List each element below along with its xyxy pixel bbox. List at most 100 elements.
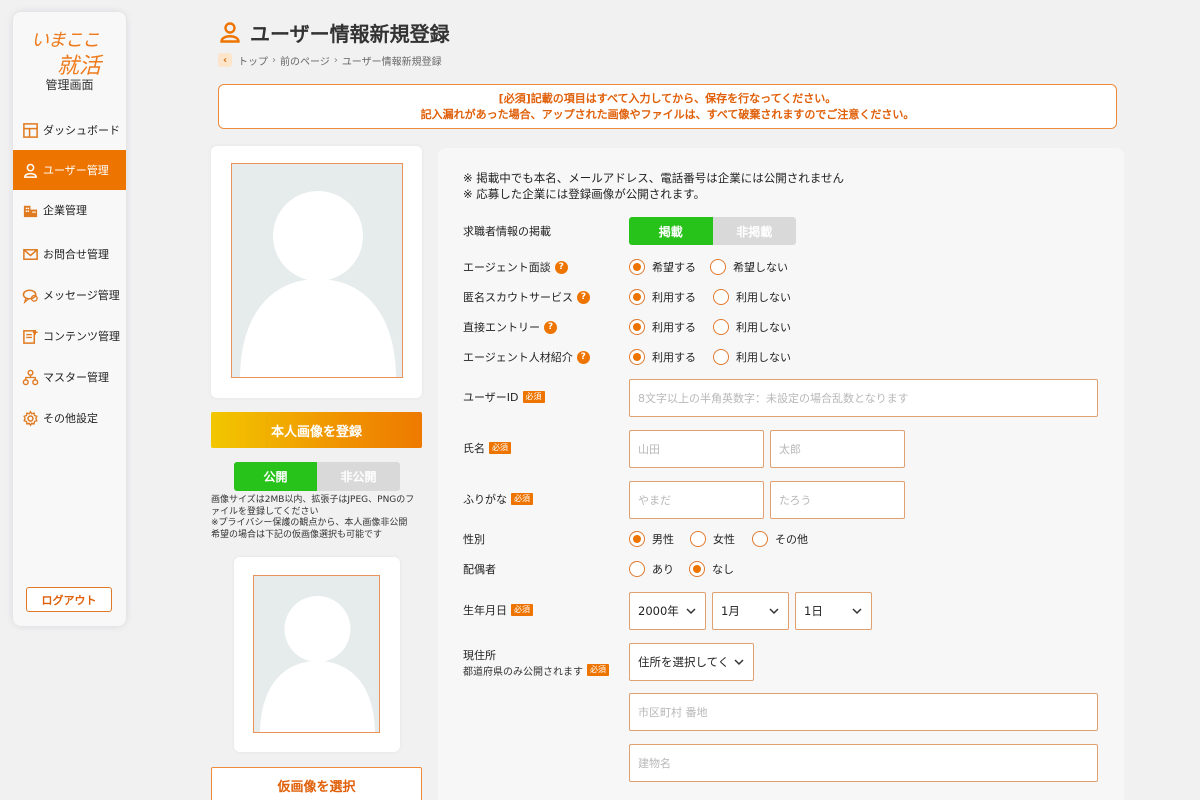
spouse-label: 配偶者 bbox=[463, 559, 496, 579]
direct-entry-use[interactable]: 利用する bbox=[629, 317, 696, 337]
radio-unchecked[interactable] bbox=[690, 531, 706, 547]
gender-other[interactable]: その他 bbox=[752, 529, 808, 549]
sidebar-item-messages[interactable]: メッセージ管理 bbox=[13, 275, 126, 315]
birth-day-select[interactable]: 1日 bbox=[795, 592, 872, 630]
sidebar-item-master[interactable]: マスター管理 bbox=[13, 357, 126, 397]
required-notice: [必須]記載の項目はすべて入力してから、保存を行なってください。 記入漏れがあっ… bbox=[218, 84, 1117, 129]
label-text: ユーザーID bbox=[463, 391, 519, 404]
radio-unchecked[interactable] bbox=[713, 349, 729, 365]
radio-unchecked[interactable] bbox=[713, 319, 729, 335]
prefecture-select[interactable]: 住所を選択してく bbox=[629, 643, 754, 681]
radio-unchecked[interactable] bbox=[710, 259, 726, 275]
radio-label: 利用する bbox=[652, 321, 696, 334]
agent-referral-use[interactable]: 利用する bbox=[629, 347, 696, 367]
radio-unchecked[interactable] bbox=[752, 531, 768, 547]
building-input[interactable] bbox=[629, 744, 1098, 782]
image-note-line: ァイルを登録してください bbox=[211, 506, 319, 517]
privacy-notes: ※ 掲載中でも本名、メールアドレス、電話番号は企業には公開されません ※ 応募し… bbox=[463, 170, 844, 202]
required-badge: 必須 bbox=[489, 442, 511, 454]
sidebar-item-users[interactable]: ユーザー管理 bbox=[13, 150, 126, 190]
help-icon[interactable]: ? bbox=[576, 350, 590, 364]
profile-photo[interactable] bbox=[231, 163, 403, 378]
radio-unchecked[interactable] bbox=[713, 289, 729, 305]
radio-checked[interactable] bbox=[629, 289, 645, 305]
city-address-input[interactable] bbox=[629, 693, 1098, 731]
sidebar-item-label: ユーザー管理 bbox=[43, 164, 109, 177]
photo-private-option[interactable]: 非公開 bbox=[317, 462, 400, 491]
breadcrumb-top[interactable]: トップ bbox=[238, 53, 268, 68]
first-name-kana-input[interactable] bbox=[770, 481, 905, 519]
last-name-input[interactable] bbox=[629, 430, 764, 468]
listing-off-option[interactable]: 非掲載 bbox=[712, 217, 796, 245]
breadcrumb-separator: › bbox=[333, 54, 338, 66]
label-text: 生年月日 bbox=[463, 604, 507, 617]
radio-label: なし bbox=[712, 563, 734, 576]
register-photo-button[interactable]: 本人画像を登録 bbox=[211, 412, 422, 448]
chevron-left-icon[interactable]: ‹ bbox=[218, 53, 232, 67]
radio-checked[interactable] bbox=[629, 319, 645, 335]
birth-year-select[interactable]: 2000年 bbox=[629, 592, 706, 630]
sidebar-item-companies[interactable]: 企業管理 bbox=[13, 190, 126, 230]
breadcrumb-prev[interactable]: 前のページ bbox=[280, 53, 330, 68]
breadcrumb-current: ユーザー情報新規登録 bbox=[341, 56, 442, 68]
agent-interview-no[interactable]: 希望しない bbox=[710, 257, 788, 277]
breadcrumb: ‹ トップ › 前のページ › ユーザー情報新規登録 bbox=[218, 52, 442, 68]
select-value: 住所を選択してく bbox=[638, 655, 730, 669]
required-badge: 必須 bbox=[511, 604, 533, 616]
radio-checked[interactable] bbox=[629, 349, 645, 365]
notice-line1: [必須]記載の項目はすべて入力してから、保存を行なってください。 bbox=[498, 91, 837, 105]
select-value: 2000年 bbox=[638, 604, 679, 618]
scout-label: 匿名スカウトサービス ? bbox=[463, 287, 590, 307]
photo-visibility-toggle: 公開 非公開 bbox=[234, 462, 400, 491]
radio-checked[interactable] bbox=[689, 561, 705, 577]
user-id-input[interactable] bbox=[629, 379, 1098, 417]
sidebar-item-settings[interactable]: その他設定 bbox=[13, 398, 126, 438]
document-icon bbox=[21, 327, 39, 345]
sidebar-item-inquiries[interactable]: お問合せ管理 bbox=[13, 234, 126, 274]
label-text: 匿名スカウトサービス bbox=[463, 291, 573, 304]
logo[interactable]: いまここ 就活 bbox=[31, 26, 111, 82]
avatar-placeholder-icon bbox=[260, 596, 375, 732]
sidebar: いまここ 就活 管理画面 ダッシュボード ユーザー管理 企業管理 お問合せ管理 … bbox=[13, 12, 126, 626]
gender-female[interactable]: 女性 bbox=[690, 529, 735, 549]
image-note-line: 希望の場合は下記の仮画像選択も可能です bbox=[211, 529, 383, 540]
scout-not-use[interactable]: 利用しない bbox=[713, 287, 791, 307]
label-text: ふりがな bbox=[463, 493, 507, 506]
avatar-placeholder-icon bbox=[240, 191, 396, 377]
building-icon bbox=[21, 201, 39, 219]
privacy-line: ※ 応募した企業には登録画像が公開されます。 bbox=[463, 187, 706, 201]
spouse-yes[interactable]: あり bbox=[629, 559, 674, 579]
chevron-down-icon bbox=[769, 608, 779, 615]
birth-month-select[interactable]: 1月 bbox=[712, 592, 789, 630]
select-dummy-image-button[interactable]: 仮画像を選択 bbox=[211, 767, 422, 800]
direct-entry-label: 直接エントリー ? bbox=[463, 317, 557, 337]
gender-male[interactable]: 男性 bbox=[629, 529, 674, 549]
help-icon[interactable]: ? bbox=[577, 290, 590, 304]
radio-label: 利用しない bbox=[736, 291, 791, 304]
photo-public-option[interactable]: 公開 bbox=[234, 462, 317, 491]
agent-referral-label: エージェント人材紹介 ? bbox=[463, 347, 590, 367]
help-icon[interactable]: ? bbox=[554, 260, 568, 274]
direct-entry-not-use[interactable]: 利用しない bbox=[713, 317, 791, 337]
label-text: 配偶者 bbox=[463, 563, 496, 576]
sidebar-item-dashboard[interactable]: ダッシュボード bbox=[13, 110, 126, 150]
agent-interview-yes[interactable]: 希望する bbox=[629, 257, 696, 277]
sidebar-item-contents[interactable]: コンテンツ管理 bbox=[13, 316, 126, 356]
chevron-down-icon bbox=[852, 608, 862, 615]
help-icon[interactable]: ? bbox=[544, 320, 557, 334]
required-badge: 必須 bbox=[511, 493, 533, 505]
radio-checked[interactable] bbox=[629, 259, 645, 275]
dummy-photo[interactable] bbox=[253, 575, 380, 733]
last-name-kana-input[interactable] bbox=[629, 481, 764, 519]
scout-use[interactable]: 利用する bbox=[629, 287, 696, 307]
agent-referral-not-use[interactable]: 利用しない bbox=[713, 347, 791, 367]
radio-checked[interactable] bbox=[629, 531, 645, 547]
logout-button[interactable]: ログアウト bbox=[26, 587, 112, 612]
radio-unchecked[interactable] bbox=[629, 561, 645, 577]
listing-on-option[interactable]: 掲載 bbox=[629, 217, 713, 245]
address-sublabel: 都道府県のみ公開されます 必須 bbox=[463, 660, 609, 680]
spouse-no[interactable]: なし bbox=[689, 559, 734, 579]
sidebar-item-label: お問合せ管理 bbox=[43, 248, 109, 261]
user-icon bbox=[220, 22, 240, 43]
first-name-input[interactable] bbox=[770, 430, 905, 468]
